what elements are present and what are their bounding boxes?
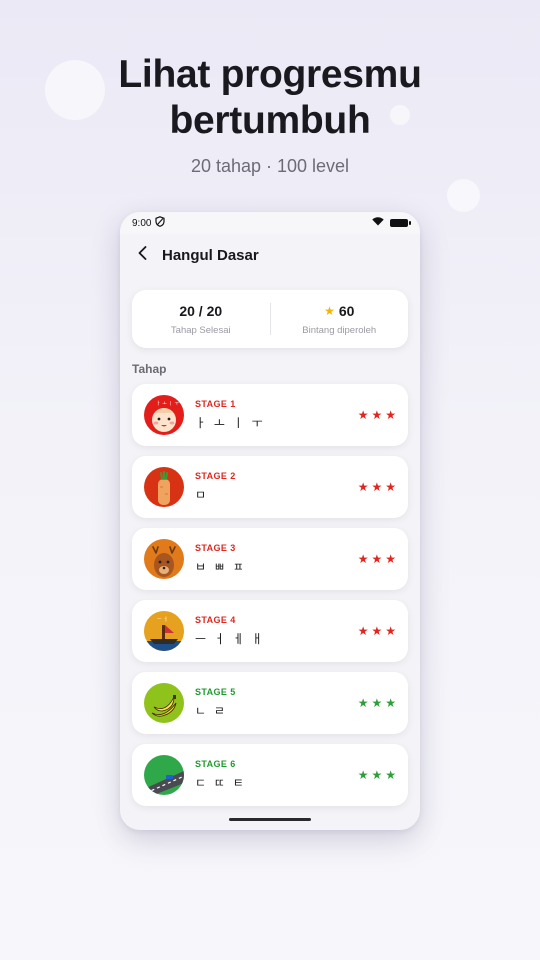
promo-headline: Lihat progresmu bertumbuh — [0, 52, 540, 144]
stage-name: STAGE 4 — [195, 615, 236, 625]
svg-text:ㅡ ㅓ: ㅡ ㅓ — [157, 616, 168, 623]
svg-text:ㅏ ㅗ ㅣ ㅜ: ㅏ ㅗ ㅣ ㅜ — [156, 400, 180, 407]
chevron-left-icon — [138, 245, 147, 265]
wifi-icon — [372, 217, 384, 229]
star-icon: ★ — [357, 696, 369, 710]
page-title: Hangul Dasar — [162, 246, 259, 264]
stage-name: STAGE 6 — [195, 759, 236, 769]
star-icon: ★ — [385, 696, 396, 710]
star-icon: ★ — [385, 480, 396, 494]
star-icon: ★ — [371, 552, 383, 566]
headline-line-2: bertumbuh — [169, 99, 371, 142]
stage-card-3[interactable]: STAGE 3 ㅂ ㅃ ㅍ ★ ★ ★ — [132, 528, 408, 590]
boat-icon: ㅡ ㅓ — [144, 611, 184, 651]
stage-card-4[interactable]: ㅡ ㅓ STAGE 4 ㅡ ㅓ ㅔ ㅐ ★ ★ ★ — [132, 600, 408, 662]
star-icon: ★ — [357, 408, 369, 422]
stage-characters: ㅂ ㅃ ㅍ — [195, 560, 246, 574]
deer-icon — [144, 539, 184, 579]
stars-label: Bintang diperoleh — [302, 324, 377, 336]
stage-characters: ㅁ — [195, 488, 209, 502]
star-icon: ★ — [371, 624, 383, 638]
completed-value: 20 / 20 — [179, 302, 223, 319]
phone-screen: 9:00 Hangul Dasar 20 / 20 Tahap Selesai … — [120, 212, 420, 830]
stage-rating: ★ ★ ★ — [358, 409, 396, 421]
stage-name: STAGE 1 — [195, 399, 236, 409]
road-icon — [144, 755, 184, 795]
stage-characters: ㅡ ㅓ ㅔ ㅐ — [195, 632, 265, 646]
completed-label: Tahap Selesai — [170, 324, 231, 336]
stage-card-6[interactable]: STAGE 6 ㄷ ㄸ ㅌ ★ ★ ★ — [132, 744, 408, 806]
stars-stat: ★ 60 Bintang diperoleh — [271, 303, 409, 336]
stage-characters: ㄴ ㄹ — [195, 704, 227, 718]
back-button[interactable] — [134, 245, 150, 265]
stage-card-5[interactable]: STAGE 5 ㄴ ㄹ ★ ★ ★ — [132, 672, 408, 734]
section-title: Tahap — [132, 362, 167, 376]
star-icon: ★ — [357, 480, 369, 494]
stage-rating: ★ ★ ★ — [358, 697, 396, 709]
status-time: 9:00 — [132, 217, 152, 229]
star-icon: ★ — [371, 480, 383, 494]
baby-icon: ㅏ ㅗ ㅣ ㅜ — [144, 395, 184, 435]
star-icon: ★ — [385, 552, 396, 566]
status-bar: 9:00 — [120, 212, 420, 234]
star-icon: ★ — [357, 768, 369, 782]
star-icon: ★ — [371, 768, 383, 782]
stage-rating: ★ ★ ★ — [358, 769, 396, 781]
star-icon: ★ — [357, 624, 369, 638]
decor-bubble — [447, 179, 480, 212]
stage-name: STAGE 5 — [195, 687, 236, 697]
home-indicator[interactable] — [229, 818, 311, 821]
app-bar: Hangul Dasar — [120, 234, 420, 276]
star-icon: ★ — [385, 408, 396, 422]
stage-list: ㅏ ㅗ ㅣ ㅜ STAGE 1 ㅏ ㅗ ㅣ ㅜ ★ ★ ★ STAGE 2 ㅁ … — [132, 384, 408, 816]
promo-subline: 20 tahap · 100 level — [190, 156, 350, 176]
star-icon: ★ — [324, 303, 335, 318]
stage-name: STAGE 3 — [195, 543, 236, 553]
star-icon: ★ — [357, 552, 369, 566]
completed-stat: 20 / 20 Tahap Selesai — [132, 303, 270, 336]
progress-summary-card: 20 / 20 Tahap Selesai ★ 60 Bintang diper… — [132, 290, 408, 348]
banana-icon — [144, 683, 184, 723]
stage-rating: ★ ★ ★ — [358, 553, 396, 565]
stars-value: 60 — [338, 302, 355, 319]
stage-characters: ㄷ ㄸ ㅌ — [195, 776, 246, 790]
star-icon: ★ — [385, 624, 396, 638]
stage-card-2[interactable]: STAGE 2 ㅁ ★ ★ ★ — [132, 456, 408, 518]
stage-rating: ★ ★ ★ — [358, 481, 396, 493]
star-icon: ★ — [385, 768, 396, 782]
carrot-icon — [144, 467, 184, 507]
star-icon: ★ — [371, 408, 383, 422]
shield-icon — [155, 216, 166, 230]
stage-rating: ★ ★ ★ — [358, 625, 396, 637]
headline-line-1: Lihat progresmu — [118, 53, 422, 96]
stage-characters: ㅏ ㅗ ㅣ ㅜ — [195, 416, 265, 430]
stage-name: STAGE 2 — [195, 471, 236, 481]
stage-card-1[interactable]: ㅏ ㅗ ㅣ ㅜ STAGE 1 ㅏ ㅗ ㅣ ㅜ ★ ★ ★ — [132, 384, 408, 446]
battery-icon — [390, 219, 411, 227]
star-icon: ★ — [371, 696, 383, 710]
